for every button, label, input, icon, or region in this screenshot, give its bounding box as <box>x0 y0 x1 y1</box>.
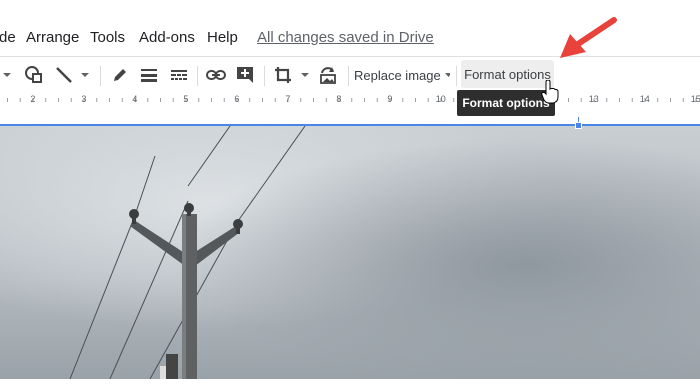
line-icon[interactable] <box>53 57 75 93</box>
shape-icon[interactable] <box>22 57 46 93</box>
ruler-number: 10 <box>435 94 446 104</box>
ruler-number: 13 <box>588 94 599 104</box>
toolbar-separator <box>100 66 101 86</box>
ruler-number: 8 <box>336 94 342 104</box>
link-icon[interactable] <box>205 57 227 93</box>
annotation-arrow-icon <box>560 17 617 58</box>
menu-slide[interactable]: de <box>0 29 16 46</box>
reset-image-icon[interactable] <box>317 57 339 93</box>
ruler-number: 6 <box>234 94 240 104</box>
replace-image-label: Replace image <box>354 67 441 83</box>
toolbar-separator <box>456 66 457 86</box>
power-pole-photo <box>0 125 700 380</box>
ruler-number: 4 <box>132 94 138 104</box>
ruler-number: 3 <box>81 94 87 104</box>
format-options-label: Format options <box>464 66 551 82</box>
selection-border <box>0 124 700 126</box>
crop-icon[interactable] <box>273 57 293 93</box>
ruler-number: 2 <box>30 94 36 104</box>
resize-handle[interactable] <box>575 122 582 129</box>
border-dash-icon[interactable] <box>169 57 189 93</box>
save-status-link[interactable]: All changes saved in Drive <box>257 29 434 46</box>
toolbar-separator <box>348 66 349 86</box>
menu-help[interactable]: Help <box>207 29 238 46</box>
selected-image[interactable] <box>0 125 700 380</box>
ruler-number: 7 <box>285 94 291 104</box>
add-comment-icon[interactable] <box>234 57 256 93</box>
menu-add-ons[interactable]: Add-ons <box>139 29 195 46</box>
toolbar-separator <box>264 66 265 86</box>
replace-image-button[interactable]: Replace image <box>354 57 450 93</box>
ruler-number: 5 <box>183 94 189 104</box>
chevron-down-icon <box>444 73 450 77</box>
ruler-number: 14 <box>639 94 650 104</box>
line-dropdown-icon[interactable] <box>78 57 92 93</box>
border-weight-icon[interactable] <box>139 57 159 93</box>
menu-arrange[interactable]: Arrange <box>26 29 79 46</box>
ruler: 23456789101112131415 <box>0 92 700 108</box>
hand-cursor-icon <box>541 80 559 104</box>
toolbar-separator <box>197 66 198 86</box>
crop-dropdown-icon[interactable] <box>298 57 312 93</box>
pen-icon[interactable] <box>110 57 130 93</box>
ruler-number: 15 <box>690 94 700 104</box>
paint-format-dropdown-icon[interactable] <box>0 57 14 93</box>
ruler-number: 9 <box>387 94 393 104</box>
menu-tools[interactable]: Tools <box>90 29 125 46</box>
